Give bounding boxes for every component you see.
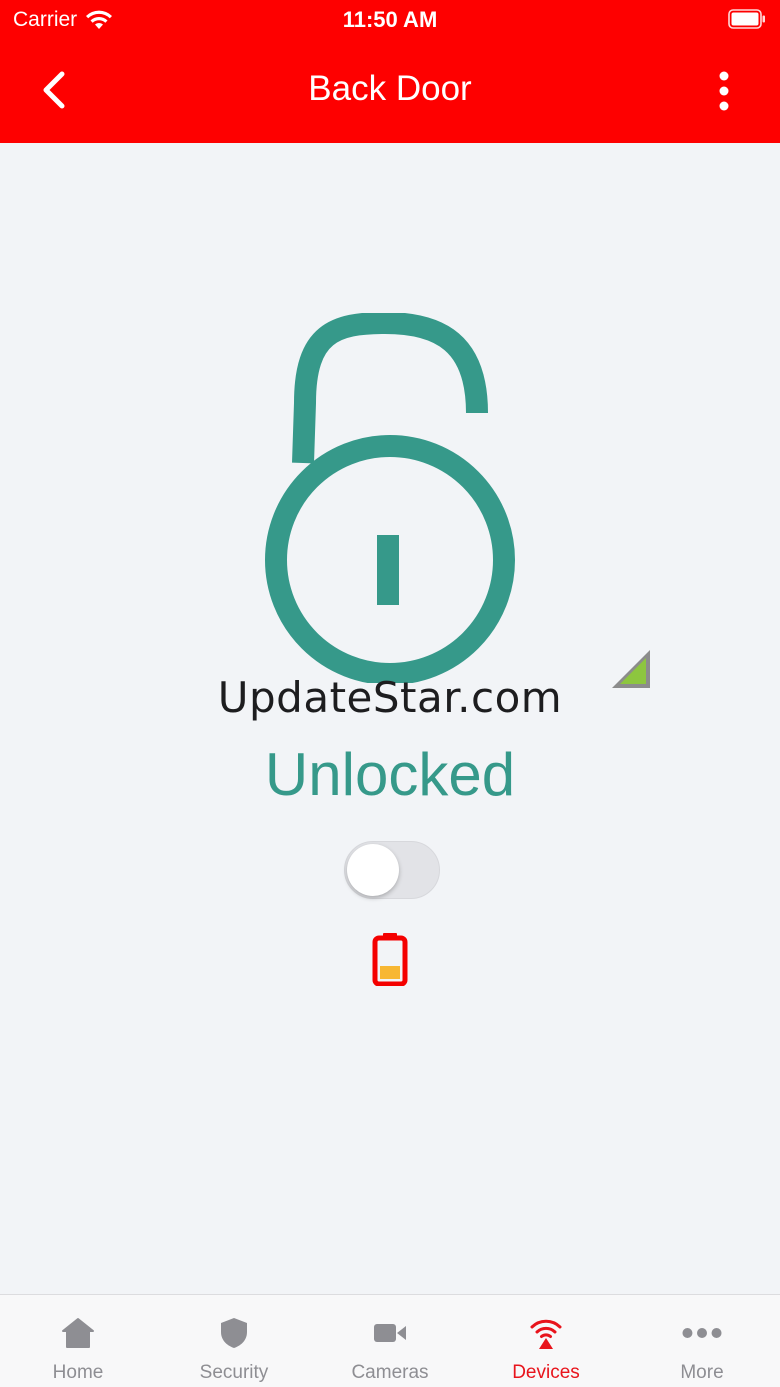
tab-label-more: More: [680, 1362, 724, 1383]
page-title: Back Door: [308, 69, 472, 108]
tab-devices[interactable]: Devices: [468, 1295, 624, 1387]
tab-label-devices: Devices: [512, 1362, 580, 1383]
video-camera-icon: [374, 1324, 406, 1342]
tab-label-cameras: Cameras: [351, 1362, 429, 1383]
more-options-button[interactable]: [704, 66, 744, 116]
tab-cameras[interactable]: Cameras: [312, 1295, 468, 1387]
toggle-knob: [347, 844, 399, 896]
more-horizontal-icon: [682, 1328, 722, 1338]
watermark-text: UpdateStar.com: [217, 673, 563, 722]
more-vertical-icon: [719, 71, 729, 111]
device-detail: UpdateStar.com Unlocked: [0, 143, 780, 1294]
lock-status-label: Unlocked: [264, 741, 516, 808]
app-header: Carrier 11:50 AM Back Door: [0, 0, 780, 143]
lock-toggle-switch[interactable]: [344, 841, 440, 899]
phone-battery-icon: [728, 9, 765, 29]
unlocked-padlock-icon: [265, 313, 515, 683]
tab-home[interactable]: Home: [0, 1295, 156, 1387]
status-time: 11:50 AM: [342, 7, 438, 32]
tab-security[interactable]: Security: [156, 1295, 312, 1387]
shield-icon: [221, 1318, 247, 1348]
navigation-bar: Back Door: [0, 40, 780, 143]
low-battery-icon: [372, 933, 408, 986]
tab-more[interactable]: More: [624, 1295, 780, 1387]
wireless-device-icon: [530, 1319, 562, 1349]
signal-strength-icon: [612, 650, 650, 688]
status-bar: Carrier 11:50 AM: [0, 0, 780, 40]
bottom-tab-bar: Home Security Cameras Devices More: [0, 1294, 780, 1387]
tab-label-home: Home: [52, 1362, 104, 1383]
home-icon: [62, 1318, 94, 1348]
door-lock-screen: Carrier 11:50 AM Back Door UpdateStar.co…: [0, 0, 780, 1387]
tab-label-security: Security: [199, 1362, 269, 1383]
